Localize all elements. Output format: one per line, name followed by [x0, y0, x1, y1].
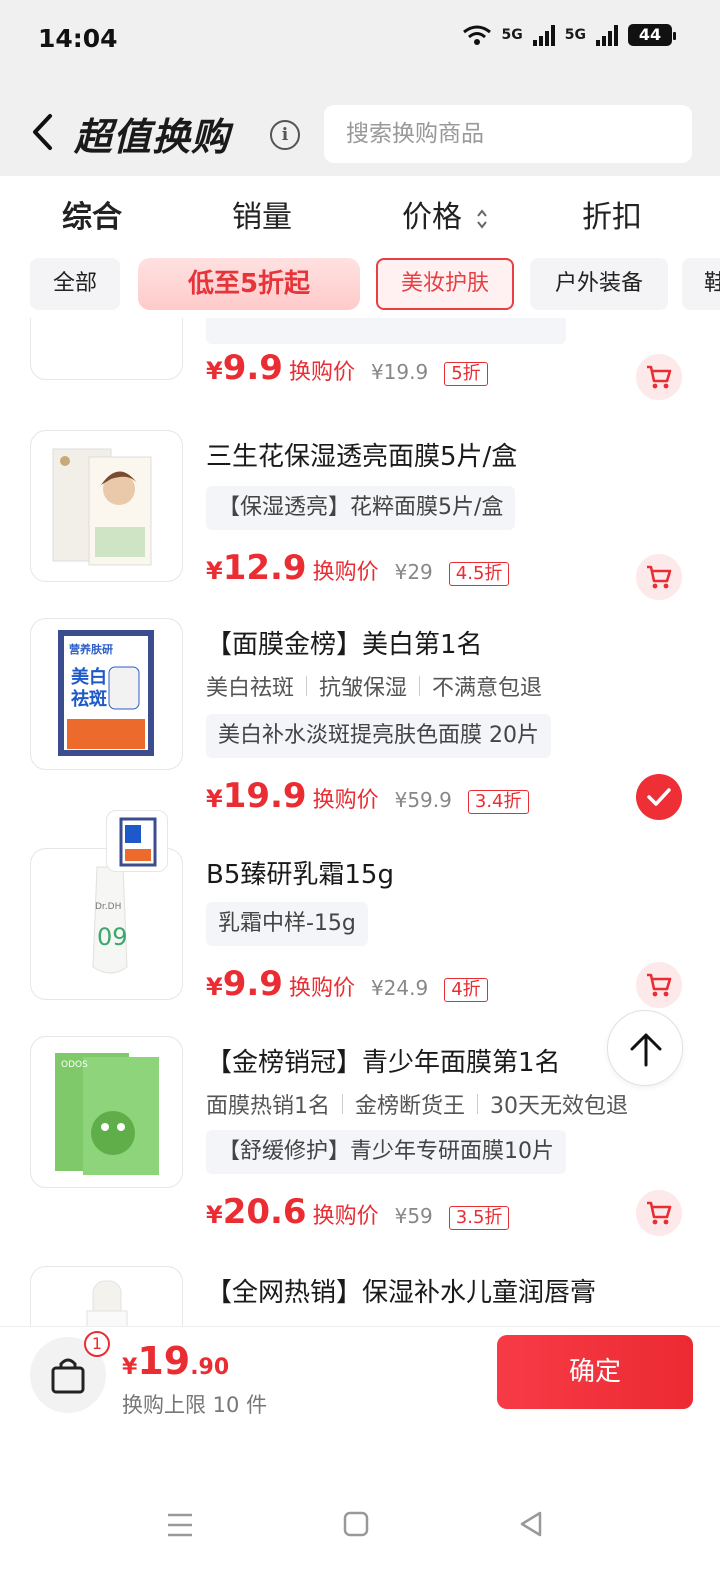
wifi-icon: [462, 25, 491, 45]
product-spec: 美白补水淡斑提亮肤色面膜 20片: [206, 714, 551, 758]
menu-icon[interactable]: [166, 1512, 194, 1538]
product-price: ¥ 9.9 换购价 ¥24.9 4折: [206, 964, 488, 1004]
sort-tab-comprehensive[interactable]: 综合: [62, 192, 122, 236]
product-image: 营养肤研 美白 祛斑: [30, 618, 183, 770]
add-to-cart-button[interactable]: [636, 554, 682, 600]
total-price: ¥ 19 .90: [122, 1339, 230, 1383]
sort-tab-discount[interactable]: 折扣: [582, 192, 642, 236]
signal-icon: [532, 24, 555, 46]
product-item[interactable]: 营养肤研美白 祛斑 【面膜金榜】美白第1名 美白祛斑 抗皱保湿 不满意包退 美白补…: [0, 618, 720, 828]
status-bar: 14:04 5G 5G 44: [0, 0, 720, 80]
chip-shoes[interactable]: 鞋: [682, 258, 720, 310]
category-chips: 全部 低至5折起 美妆护肤 户外装备 鞋: [0, 252, 720, 318]
add-to-cart-button[interactable]: [636, 962, 682, 1008]
cart-icon: [647, 565, 672, 589]
svg-text:09: 09: [97, 923, 128, 951]
sort-updown-icon: [476, 208, 487, 229]
home-icon[interactable]: [342, 1510, 370, 1538]
svg-text:美白: 美白: [71, 666, 107, 688]
info-icon[interactable]: i: [270, 120, 300, 150]
product-name: 【全网热销】保湿补水儿童润唇膏: [206, 1278, 597, 1308]
svg-text:Dr.DH: Dr.DH: [95, 902, 121, 912]
purchase-limit-text: 换购上限 10 件: [122, 1393, 268, 1417]
sort-tab-sales[interactable]: 销量: [232, 192, 292, 236]
chip-beauty[interactable]: 美妆护肤: [376, 258, 514, 310]
battery-icon: 44: [628, 24, 676, 46]
network-5g-2: 5G: [564, 27, 586, 43]
product-image: [30, 1266, 183, 1326]
basket-count-badge: 1: [84, 1331, 110, 1357]
product-spec: 【保湿透亮】花粹面膜5片/盒: [206, 486, 516, 530]
search-input[interactable]: 搜索换购商品: [324, 105, 692, 163]
product-image: [30, 318, 183, 380]
cart-icon: [647, 973, 672, 997]
confirm-button[interactable]: 确定: [497, 1335, 693, 1409]
signal-icon-2: [596, 24, 618, 46]
svg-text:营养肤研: 营养肤研: [69, 642, 113, 656]
system-nav-bar: [0, 1480, 720, 1584]
sort-tab-price-label: 价格: [402, 200, 462, 235]
product-image: ODOS: [30, 1036, 183, 1188]
svg-text:ODOS: ODOS: [61, 1060, 88, 1070]
gift-thumbnail: [106, 810, 168, 872]
product-name: B5臻研乳霜15g: [206, 860, 394, 890]
product-name: 【金榜销冠】青少年面膜第1名: [206, 1048, 561, 1078]
product-price: ¥ 20.6 换购价 ¥59 3.5折: [206, 1192, 510, 1232]
product-image: [30, 430, 183, 582]
page-header: 超值换购 i 搜索换购商品: [0, 80, 720, 176]
scroll-to-top-button[interactable]: [607, 1010, 683, 1086]
cart-icon: [647, 365, 672, 389]
product-list: ¥ 9.9 换购价 ¥19.9 5折 三生花保湿透亮面膜5片/盒 【保湿透亮】花…: [0, 318, 720, 1326]
cart-icon: [647, 1201, 672, 1225]
product-item[interactable]: 三生花保湿透亮面膜5片/盒 【保湿透亮】花粹面膜5片/盒 ¥ 12.9 换购价 …: [0, 430, 720, 620]
add-to-cart-button[interactable]: [636, 1190, 682, 1236]
product-price: ¥ 12.9 换购价 ¥29 4.5折: [206, 548, 510, 588]
back-icon[interactable]: [518, 1510, 544, 1538]
page-title: 超值换购: [74, 115, 231, 159]
product-name: 【面膜金榜】美白第1名: [206, 630, 483, 660]
bag-icon: [51, 1358, 85, 1394]
chip-promo[interactable]: 低至5折起: [138, 258, 360, 310]
sort-bar: 综合 销量 价格 折扣: [0, 176, 720, 244]
status-icons: 5G 5G 44: [462, 24, 676, 46]
product-tags: 美白祛斑 抗皱保湿 不满意包退: [206, 676, 543, 701]
product-item[interactable]: Dr.DH 09 B5臻研乳霜15g 乳霜中样-15g ¥ 9.9 换购价 ¥24…: [0, 810, 720, 1010]
add-to-cart-button[interactable]: [636, 354, 682, 400]
back-arrow-icon[interactable]: [30, 112, 54, 152]
check-icon: [647, 788, 671, 806]
arrow-up-icon: [630, 1033, 662, 1067]
checkout-bar: 1 ¥ 19 .90 换购上限 10 件 确定: [0, 1326, 720, 1426]
chip-all[interactable]: 全部: [30, 258, 120, 310]
network-5g-1: 5G: [501, 27, 523, 43]
product-item[interactable]: ¥ 9.9 换购价 ¥19.9 5折: [0, 318, 720, 418]
product-tags: 面膜热销1名 金榜断货王 30天无效包退: [206, 1094, 629, 1119]
sort-tab-price[interactable]: 价格: [402, 192, 488, 236]
chip-outdoor[interactable]: 户外装备: [530, 258, 668, 310]
product-name: 三生花保湿透亮面膜5片/盒: [206, 442, 518, 472]
status-time: 14:04: [38, 24, 118, 53]
svg-text:祛斑: 祛斑: [71, 688, 107, 710]
product-spec: 乳霜中样-15g: [206, 902, 368, 946]
product-price: ¥ 9.9 换购价 ¥19.9 5折: [206, 348, 488, 388]
product-item[interactable]: 【全网热销】保湿补水儿童润唇膏: [0, 1266, 720, 1326]
product-spec: 【舒缓修护】青少年专研面膜10片: [206, 1130, 566, 1174]
product-spec: [206, 318, 566, 344]
